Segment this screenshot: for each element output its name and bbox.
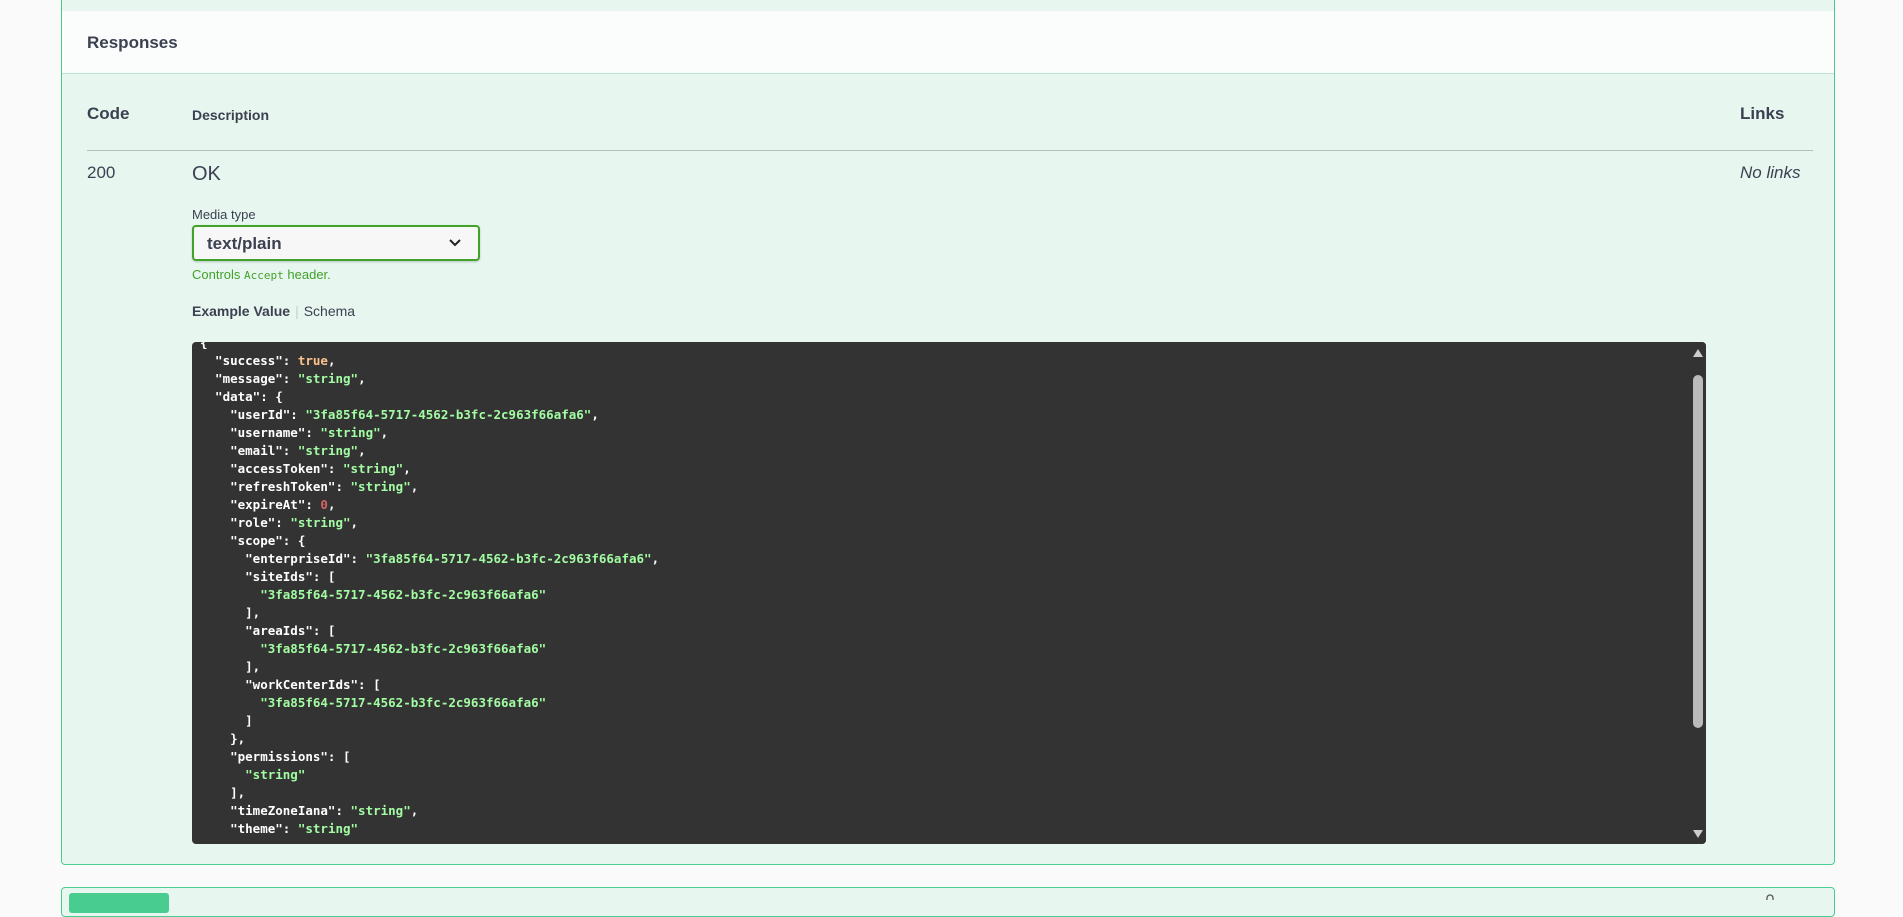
code-line: { bbox=[200, 342, 208, 350]
code-line: "areaIds": [ bbox=[200, 623, 336, 638]
code-line: "email": "string", bbox=[200, 443, 366, 458]
scrollbar-thumb[interactable] bbox=[1693, 375, 1703, 728]
code-line: ], bbox=[200, 785, 246, 800]
code-line: "expireAt": 0, bbox=[200, 497, 336, 512]
media-type-select[interactable]: text/plain bbox=[192, 225, 480, 261]
code-line: "3fa85f64-5717-4562-b3fc-2c963f66afa6" bbox=[200, 587, 547, 602]
arrow-up-icon[interactable] bbox=[1693, 349, 1703, 357]
table-header-divider bbox=[87, 150, 1813, 151]
code-line: "role": "string", bbox=[200, 515, 359, 530]
column-header-code: Code bbox=[87, 104, 130, 123]
controls-hint-prefix: Controls bbox=[192, 267, 245, 282]
code-line: "refreshToken": "string", bbox=[200, 479, 419, 494]
tab-separator: | bbox=[295, 303, 299, 319]
code-line: "data": { bbox=[200, 389, 283, 404]
code-line: }, bbox=[200, 731, 246, 746]
response-code: 200 bbox=[87, 163, 116, 182]
next-method-badge[interactable] bbox=[69, 893, 169, 913]
code-line: "username": "string", bbox=[200, 425, 389, 440]
code-line: "workCenterIds": [ bbox=[200, 677, 381, 692]
code-line: ], bbox=[200, 605, 261, 620]
lock-icon[interactable] bbox=[1765, 894, 1775, 906]
example-value-code-block[interactable]: { "success": true, "message": "string", … bbox=[192, 342, 1706, 844]
controls-hint-code: Accept bbox=[244, 269, 284, 282]
arrow-down-icon[interactable] bbox=[1693, 830, 1703, 838]
example-tabs: Example Value | Schema bbox=[192, 303, 355, 319]
media-type-label: Media type bbox=[192, 207, 256, 222]
code-line: "accessToken": "string", bbox=[200, 461, 411, 476]
column-header-links: Links bbox=[1740, 104, 1785, 123]
response-links: No links bbox=[1740, 163, 1801, 182]
code-line: "3fa85f64-5717-4562-b3fc-2c963f66afa6" bbox=[200, 695, 547, 710]
code-line: "3fa85f64-5717-4562-b3fc-2c963f66afa6" bbox=[200, 641, 547, 656]
tab-schema[interactable]: Schema bbox=[304, 303, 355, 319]
code-line: "timeZoneIana": "string", bbox=[200, 803, 419, 818]
code-line: "permissions": [ bbox=[200, 749, 351, 764]
code-line: "theme": "string" bbox=[200, 821, 359, 836]
tab-example-value[interactable]: Example Value bbox=[192, 303, 290, 319]
code-line: "success": true, bbox=[200, 353, 336, 368]
code-line: ] bbox=[200, 713, 253, 728]
chevron-down-icon bbox=[449, 239, 461, 247]
next-operation-block[interactable] bbox=[61, 887, 1835, 917]
responses-header: Responses bbox=[62, 11, 1834, 74]
controls-hint-suffix: header. bbox=[283, 267, 331, 282]
column-header-description: Description bbox=[192, 107, 270, 123]
operation-block: Responses Code Description Links 200 OK … bbox=[61, 0, 1835, 865]
code-line: "message": "string", bbox=[200, 371, 366, 386]
responses-title: Responses bbox=[87, 33, 178, 52]
code-line: "scope": { bbox=[200, 533, 306, 548]
media-type-value: text/plain bbox=[207, 234, 282, 253]
code-line: "string" bbox=[200, 767, 306, 782]
response-description: OK bbox=[192, 163, 221, 185]
code-line: "siteIds": [ bbox=[200, 569, 336, 584]
code-scrollbar[interactable] bbox=[1689, 342, 1706, 844]
example-json: { "success": true, "message": "string", … bbox=[200, 342, 659, 838]
code-line: "enterpriseId": "3fa85f64-5717-4562-b3fc… bbox=[200, 551, 660, 566]
code-line: ], bbox=[200, 659, 261, 674]
code-line: "userId": "3fa85f64-5717-4562-b3fc-2c963… bbox=[200, 407, 599, 422]
controls-accept-hint: Controls Accept header. bbox=[192, 267, 331, 282]
